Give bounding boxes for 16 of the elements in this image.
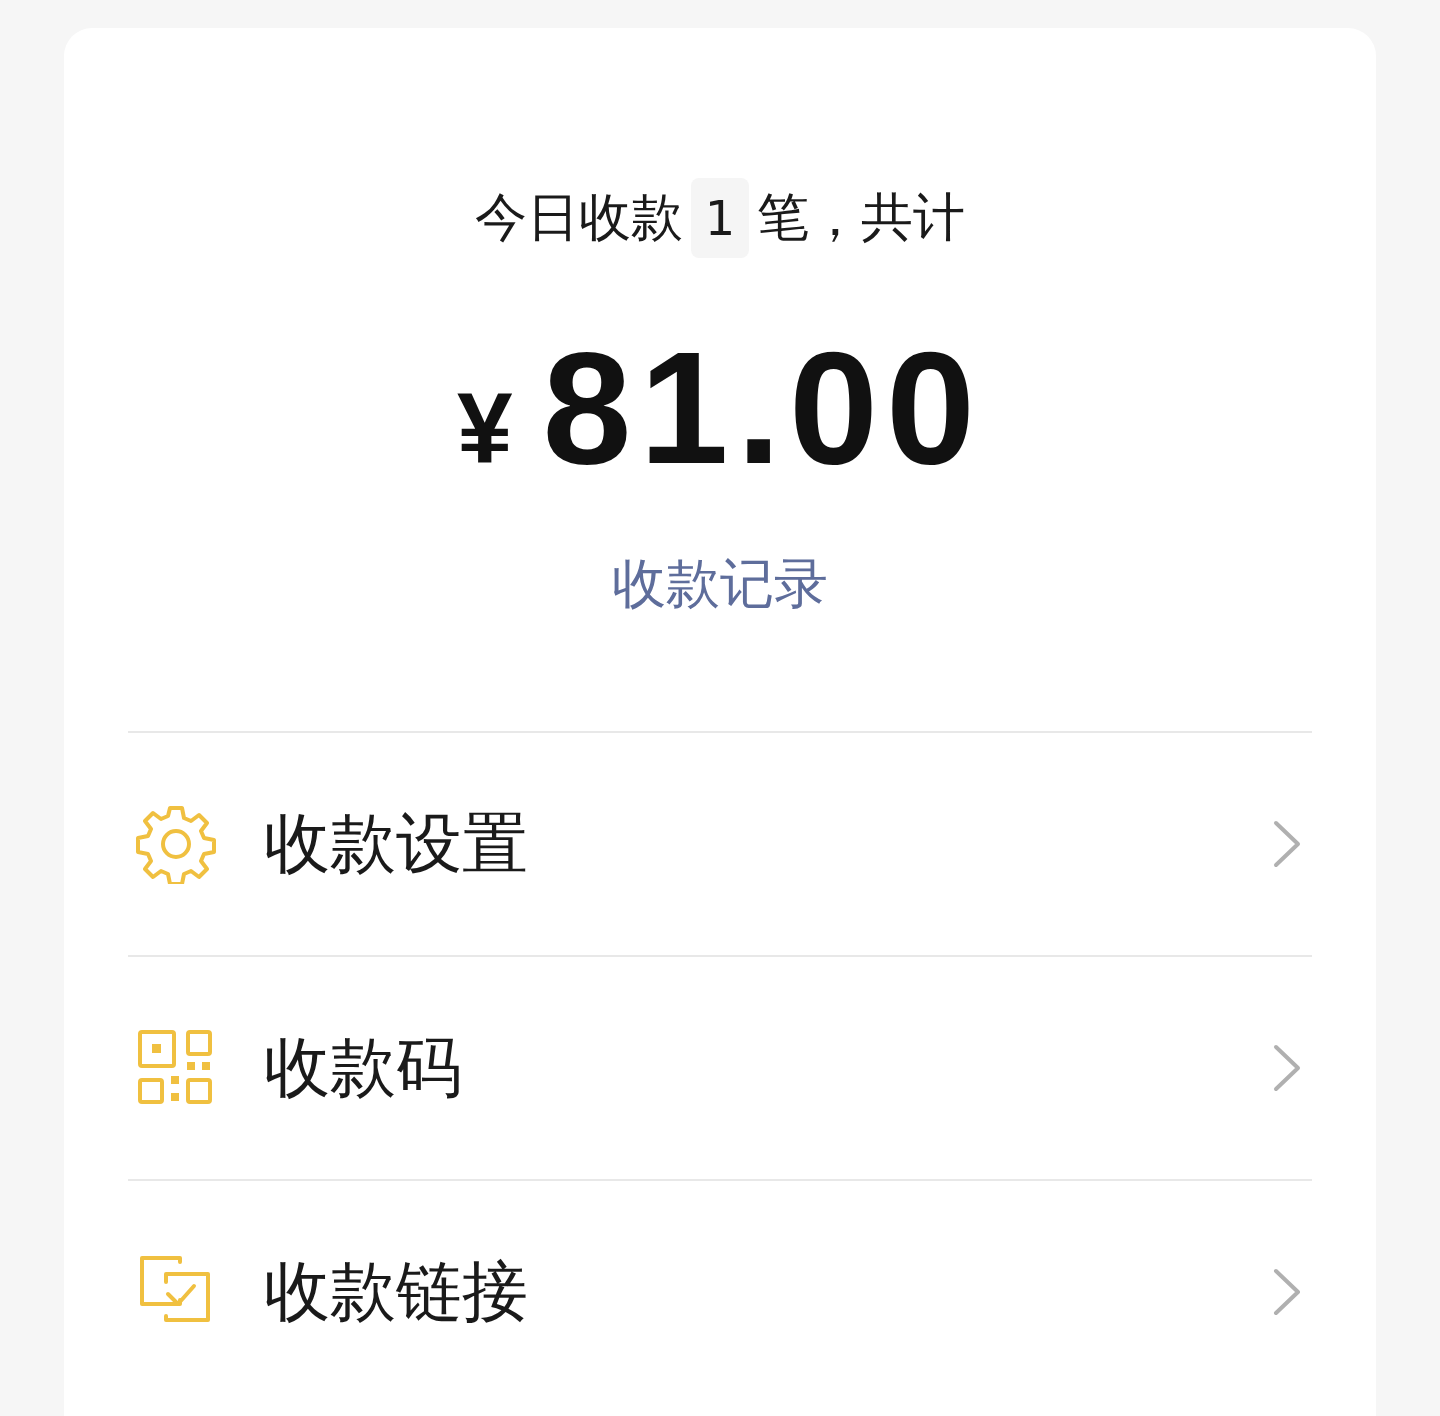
chevron-right-icon (1272, 1043, 1302, 1093)
menu-label: 收款链接 (264, 1252, 529, 1332)
menu-item[interactable]: 收款设置 (128, 733, 1312, 957)
chevron-right-icon (1272, 1267, 1302, 1317)
chevron-right-icon (1272, 819, 1302, 869)
menu-label: 收款设置 (264, 804, 529, 884)
amount-value: 81.00 (542, 328, 983, 488)
menu-label: 收款码 (264, 1028, 463, 1108)
menu-item[interactable]: 收款码 (128, 957, 1312, 1181)
records-link[interactable]: 收款记录 (612, 548, 828, 621)
currency-symbol: ¥ (457, 371, 513, 486)
count-badge: 1 (690, 178, 750, 258)
summary-text: 今日收款 (474, 186, 683, 249)
gear-icon (136, 804, 216, 884)
menu-item[interactable]: 收款链接 (128, 1181, 1312, 1403)
summary-text: 笔，共计 (757, 186, 966, 249)
